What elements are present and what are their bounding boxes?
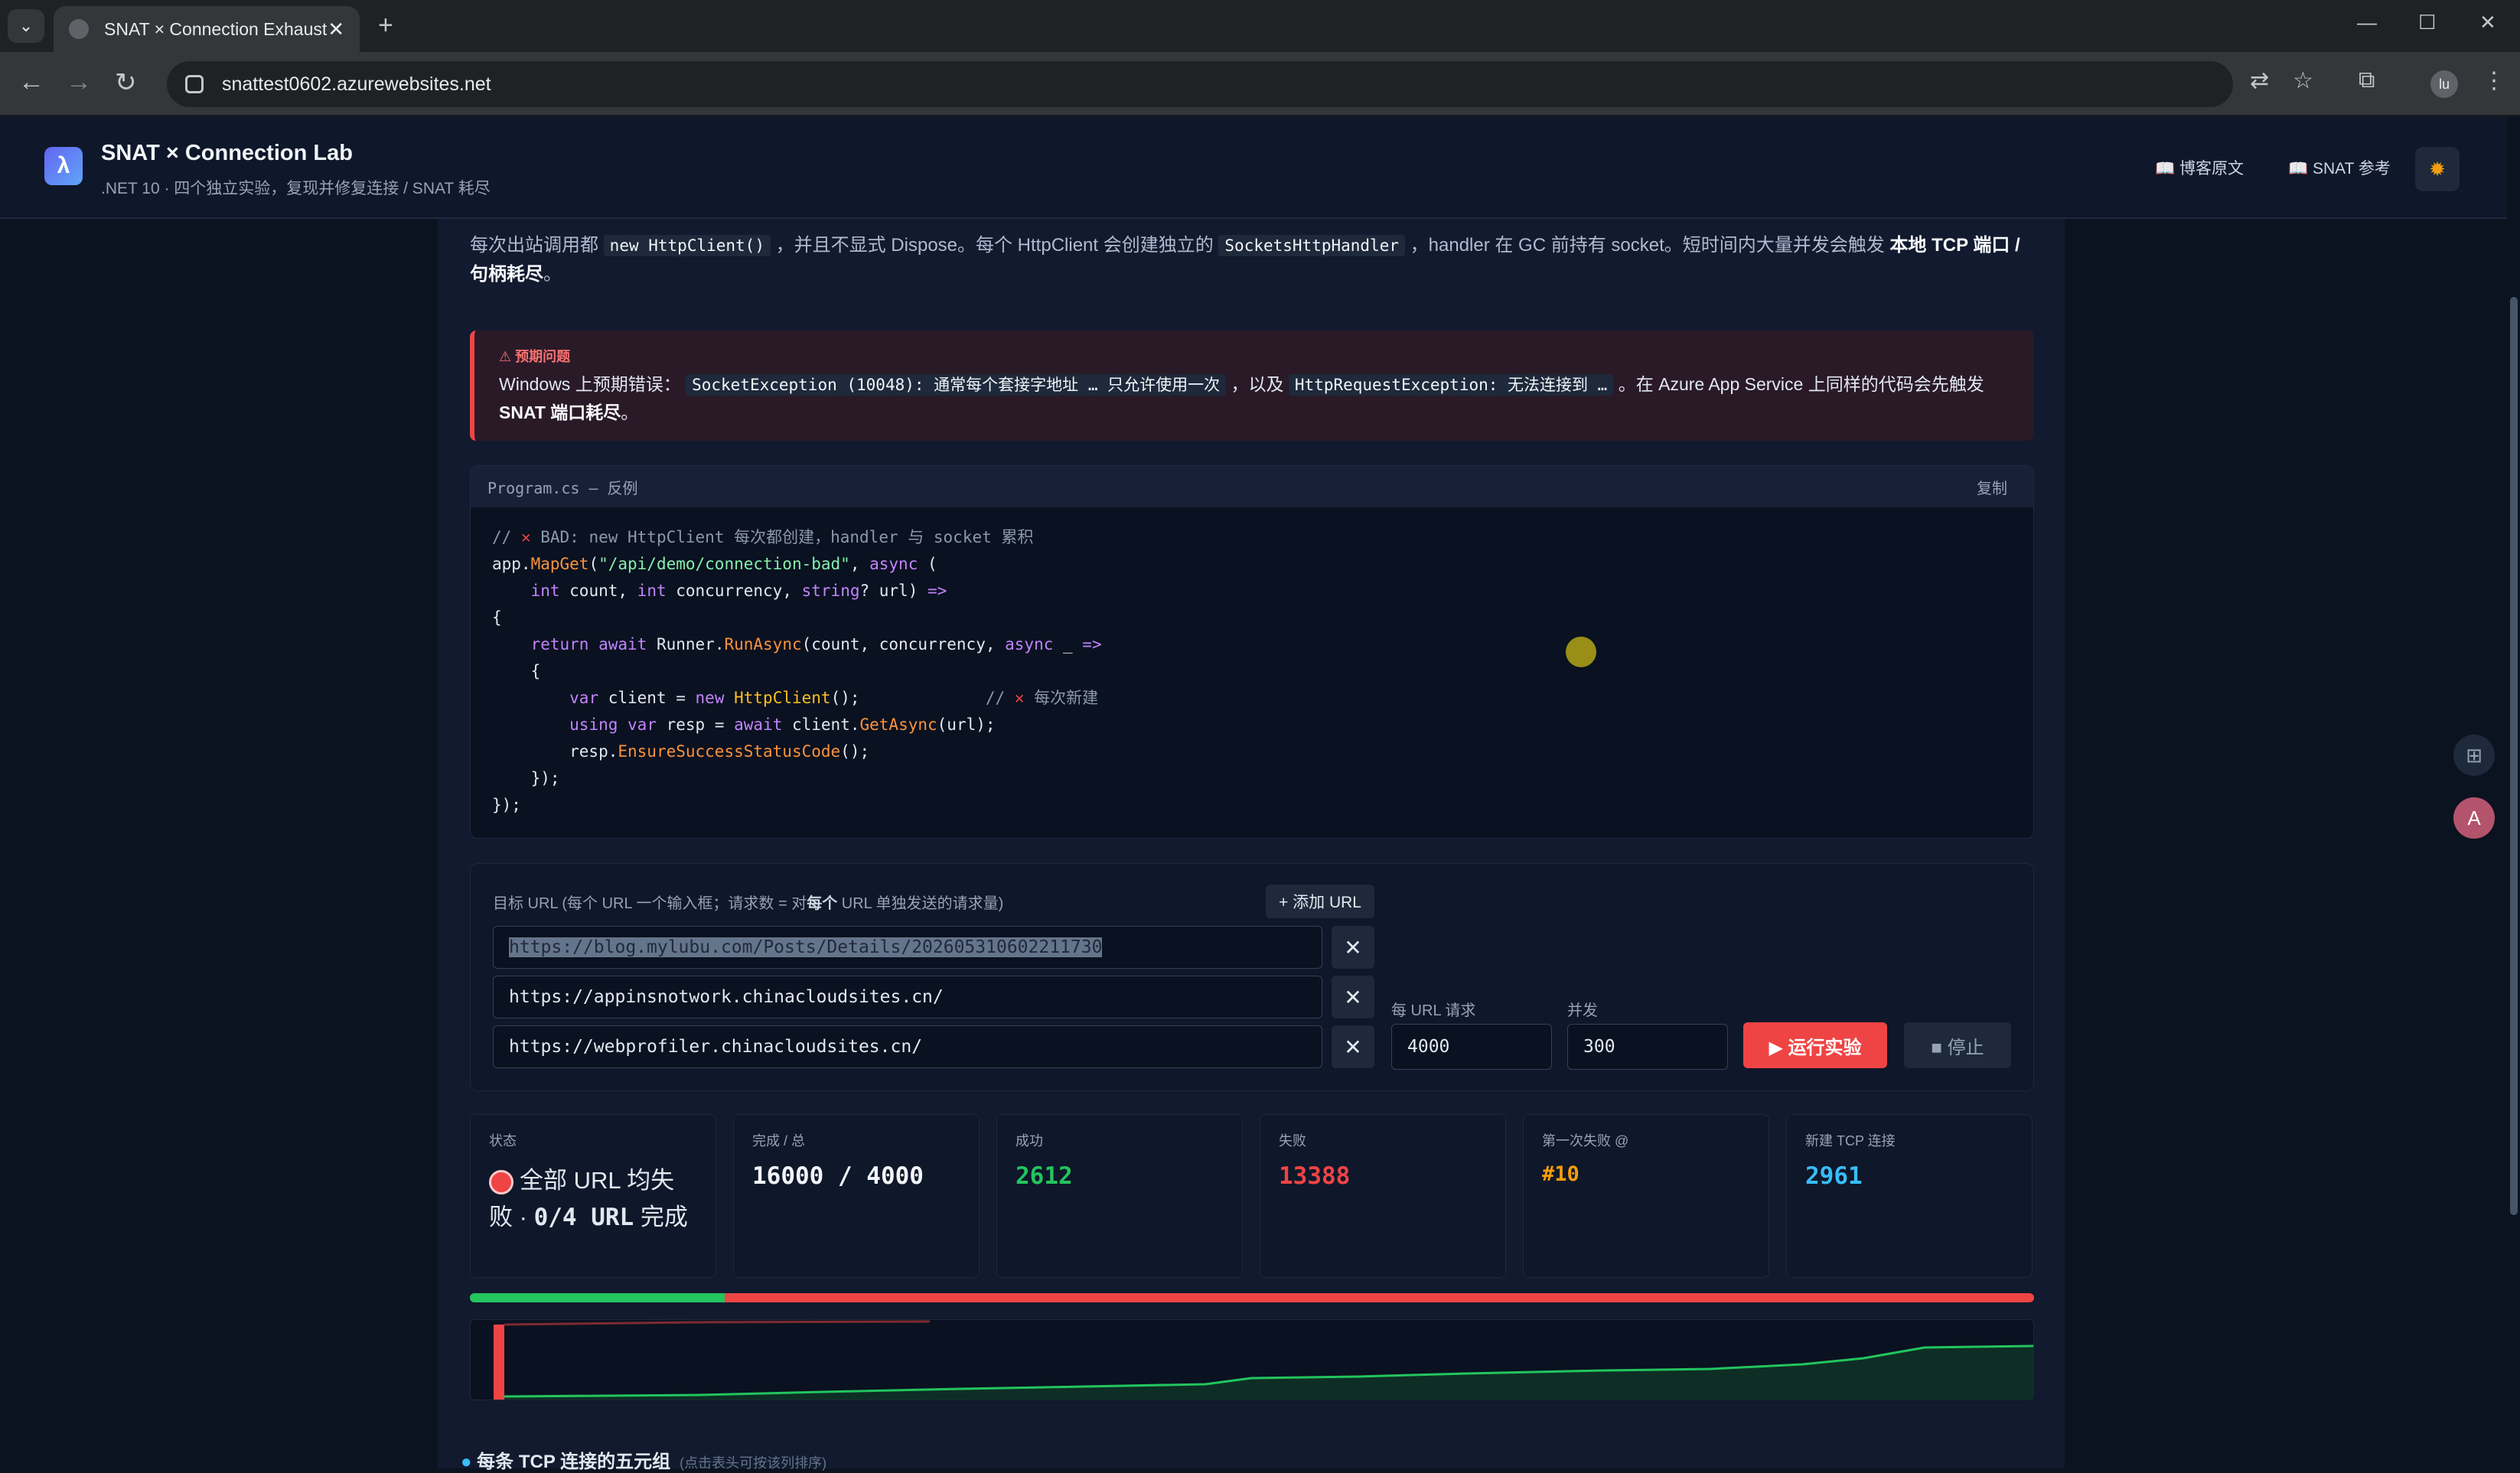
translate-icon[interactable]: ⇄ xyxy=(2250,67,2269,94)
emphasis-snat-exhaustion: SNAT 端口耗尽 xyxy=(499,402,621,422)
stat-first-fail: 第一次失败 @ #10 xyxy=(1523,1114,1769,1278)
stat-fail-value: 13388 xyxy=(1279,1162,1351,1190)
connection-timeline-chart xyxy=(470,1319,2034,1400)
browser-tabstrip: ⌄ SNAT × Connection Exhaustion ✕ + — ☐ ✕ xyxy=(0,0,2520,52)
code-sockets-handler: SocketsHttpHandler xyxy=(1218,235,1405,256)
close-window-icon[interactable]: ✕ xyxy=(2479,11,2496,34)
remove-url-3-icon[interactable]: ✕ xyxy=(1332,1025,1374,1068)
timeline-success-area xyxy=(504,1346,2033,1400)
tab-search-icon[interactable]: ⌄ xyxy=(8,9,44,43)
back-icon[interactable]: ← xyxy=(18,67,44,97)
tcp-tuple-section-title: ● 每条 TCP 连接的五元组 (点击表头可按该列排序) xyxy=(461,1452,827,1472)
snat-reference-link[interactable]: 📖 SNAT 参考 xyxy=(2288,156,2391,179)
forward-icon[interactable]: → xyxy=(66,67,92,97)
concurrency-label: 并发 xyxy=(1567,1002,1598,1019)
app-title: SNAT × Connection Lab xyxy=(101,141,353,165)
blog-link[interactable]: 📖 博客原文 xyxy=(2155,156,2244,179)
stat-success-value: 2612 xyxy=(1015,1162,1073,1190)
tab-favicon-icon xyxy=(69,19,89,39)
reload-icon[interactable]: ↻ xyxy=(115,67,137,98)
address-bar[interactable]: snattest0602.azurewebsites.net xyxy=(167,61,2233,107)
sort-hint: (点击表头可按该列排序) xyxy=(680,1455,827,1471)
per-url-label: 每 URL 请求 xyxy=(1391,1002,1476,1019)
stat-fail: 失败 13388 xyxy=(1260,1114,1506,1278)
code-socket-exception: SocketException (10048): 通常每个套接字地址 … 只允许… xyxy=(686,374,1227,396)
stat-status-label: 状态 xyxy=(489,1133,517,1149)
stop-button[interactable]: ■ 停止 xyxy=(1904,1022,2011,1068)
url-input-2[interactable]: https://appinsnotwork.chinacloudsites.cn… xyxy=(493,976,1322,1018)
translate-fab-icon[interactable]: A xyxy=(2453,797,2495,839)
code-filename: Program.cs — 反例 xyxy=(487,478,638,497)
stat-done-value: 16000 / 4000 xyxy=(752,1162,924,1190)
code-new-httpclient: new HttpClient() xyxy=(603,235,771,256)
new-tab-icon[interactable]: + xyxy=(378,11,393,41)
browser-toolbar: ← → ↻ snattest0602.azurewebsites.net ⇄ ☆… xyxy=(0,52,2520,116)
minimize-icon[interactable]: — xyxy=(2357,11,2377,34)
target-url-label: 目标 URL (每个 URL 一个输入框；请求数 = 对每个 URL 单独发送的… xyxy=(493,895,1004,912)
stat-new-tcp: 新建 TCP 连接 2961 xyxy=(1786,1114,2033,1278)
success-fail-progress-bar xyxy=(470,1293,2034,1302)
theme-toggle-icon[interactable]: ✹ xyxy=(2415,147,2460,191)
stat-first-fail-value: #10 xyxy=(1542,1162,1579,1186)
stat-status-value: 全部 URL 均失败 · 0/4 URL 完成 xyxy=(489,1167,688,1231)
tab-close-icon[interactable]: ✕ xyxy=(328,18,344,41)
status-dot-icon xyxy=(489,1169,513,1194)
stat-success-label: 成功 xyxy=(1015,1133,1043,1149)
page-scrollbar-thumb[interactable] xyxy=(2510,297,2518,1215)
tab-title: SNAT × Connection Exhaustion xyxy=(104,18,328,39)
mouse-cursor xyxy=(1566,637,1596,667)
concurrency-input[interactable]: 300 xyxy=(1567,1024,1728,1070)
expected-issue-alert: ⚠ 预期问题 Windows 上预期错误： SocketException (1… xyxy=(470,331,2034,441)
app-header: λ SNAT × Connection Lab .NET 10 · 四个独立实验… xyxy=(0,116,2507,219)
stat-new-tcp-value: 2961 xyxy=(1805,1162,1863,1190)
stat-done: 完成 / 总 16000 / 4000 xyxy=(733,1114,980,1278)
address-url: snattest0602.azurewebsites.net xyxy=(222,73,491,95)
timeline-fail-spike xyxy=(494,1325,504,1400)
alert-label: ⚠ 预期问题 xyxy=(499,349,571,364)
progress-success-fill xyxy=(470,1293,725,1302)
url-input-3[interactable]: https://webprofiler.chinacloudsites.cn/ xyxy=(493,1025,1322,1068)
stat-done-label: 完成 / 总 xyxy=(752,1133,806,1149)
browser-menu-icon[interactable]: ⋮ xyxy=(2483,67,2505,94)
timeline-svg xyxy=(494,1320,2033,1400)
stat-status: 状态 全部 URL 均失败 · 0/4 URL 完成 xyxy=(470,1114,716,1278)
remove-url-2-icon[interactable]: ✕ xyxy=(1332,976,1374,1018)
remove-url-1-icon[interactable]: ✕ xyxy=(1332,926,1374,969)
cross-mark-icon: ✕ xyxy=(1014,689,1025,707)
profile-avatar[interactable]: lu xyxy=(2430,70,2458,98)
app-subtitle: .NET 10 · 四个独立实验，复现并修复连接 / SNAT 耗尽 xyxy=(101,180,491,197)
timeline-fail-line xyxy=(504,1320,931,1326)
extensions-icon[interactable]: ⧉ xyxy=(2359,67,2375,93)
copy-button[interactable]: 复制 xyxy=(1977,476,2007,498)
code-block: Program.cs — 反例 复制 // ✕ BAD: new HttpCli… xyxy=(470,465,2034,839)
stat-success: 成功 2612 xyxy=(996,1114,1243,1278)
code-body: // ✕ BAD: new HttpClient 每次都创建，handler 与… xyxy=(492,528,1102,814)
maximize-icon[interactable]: ☐ xyxy=(2418,11,2436,34)
magnifier-icon: ● xyxy=(461,1452,472,1472)
sidebar-tool-icon[interactable]: ⊞ xyxy=(2453,735,2495,776)
app-logo: λ xyxy=(44,147,83,185)
experiment-description: 每次出站调用都 new HttpClient() ，并且不显式 Dispose。… xyxy=(470,235,2020,285)
cross-mark-icon: ✕ xyxy=(520,528,531,546)
run-experiment-button[interactable]: ▶ 运行实验 xyxy=(1743,1022,1887,1068)
add-url-button[interactable]: + 添加 URL xyxy=(1266,885,1374,918)
code-header: Program.cs — 反例 复制 xyxy=(471,466,2033,507)
stat-new-tcp-label: 新建 TCP 连接 xyxy=(1805,1133,1896,1149)
code-http-request-exception: HttpRequestException: 无法连接到 … xyxy=(1288,374,1614,396)
stat-first-fail-label: 第一次失败 @ xyxy=(1542,1133,1629,1149)
site-info-icon[interactable] xyxy=(185,75,204,93)
browser-tab[interactable]: SNAT × Connection Exhaustion ✕ xyxy=(54,6,360,52)
bookmark-star-icon[interactable]: ☆ xyxy=(2293,67,2313,94)
url-input-1[interactable]: https://blog.mylubu.com/Posts/Details/20… xyxy=(493,926,1322,969)
stat-fail-label: 失败 xyxy=(1279,1133,1306,1149)
per-url-input[interactable]: 4000 xyxy=(1391,1024,1552,1070)
